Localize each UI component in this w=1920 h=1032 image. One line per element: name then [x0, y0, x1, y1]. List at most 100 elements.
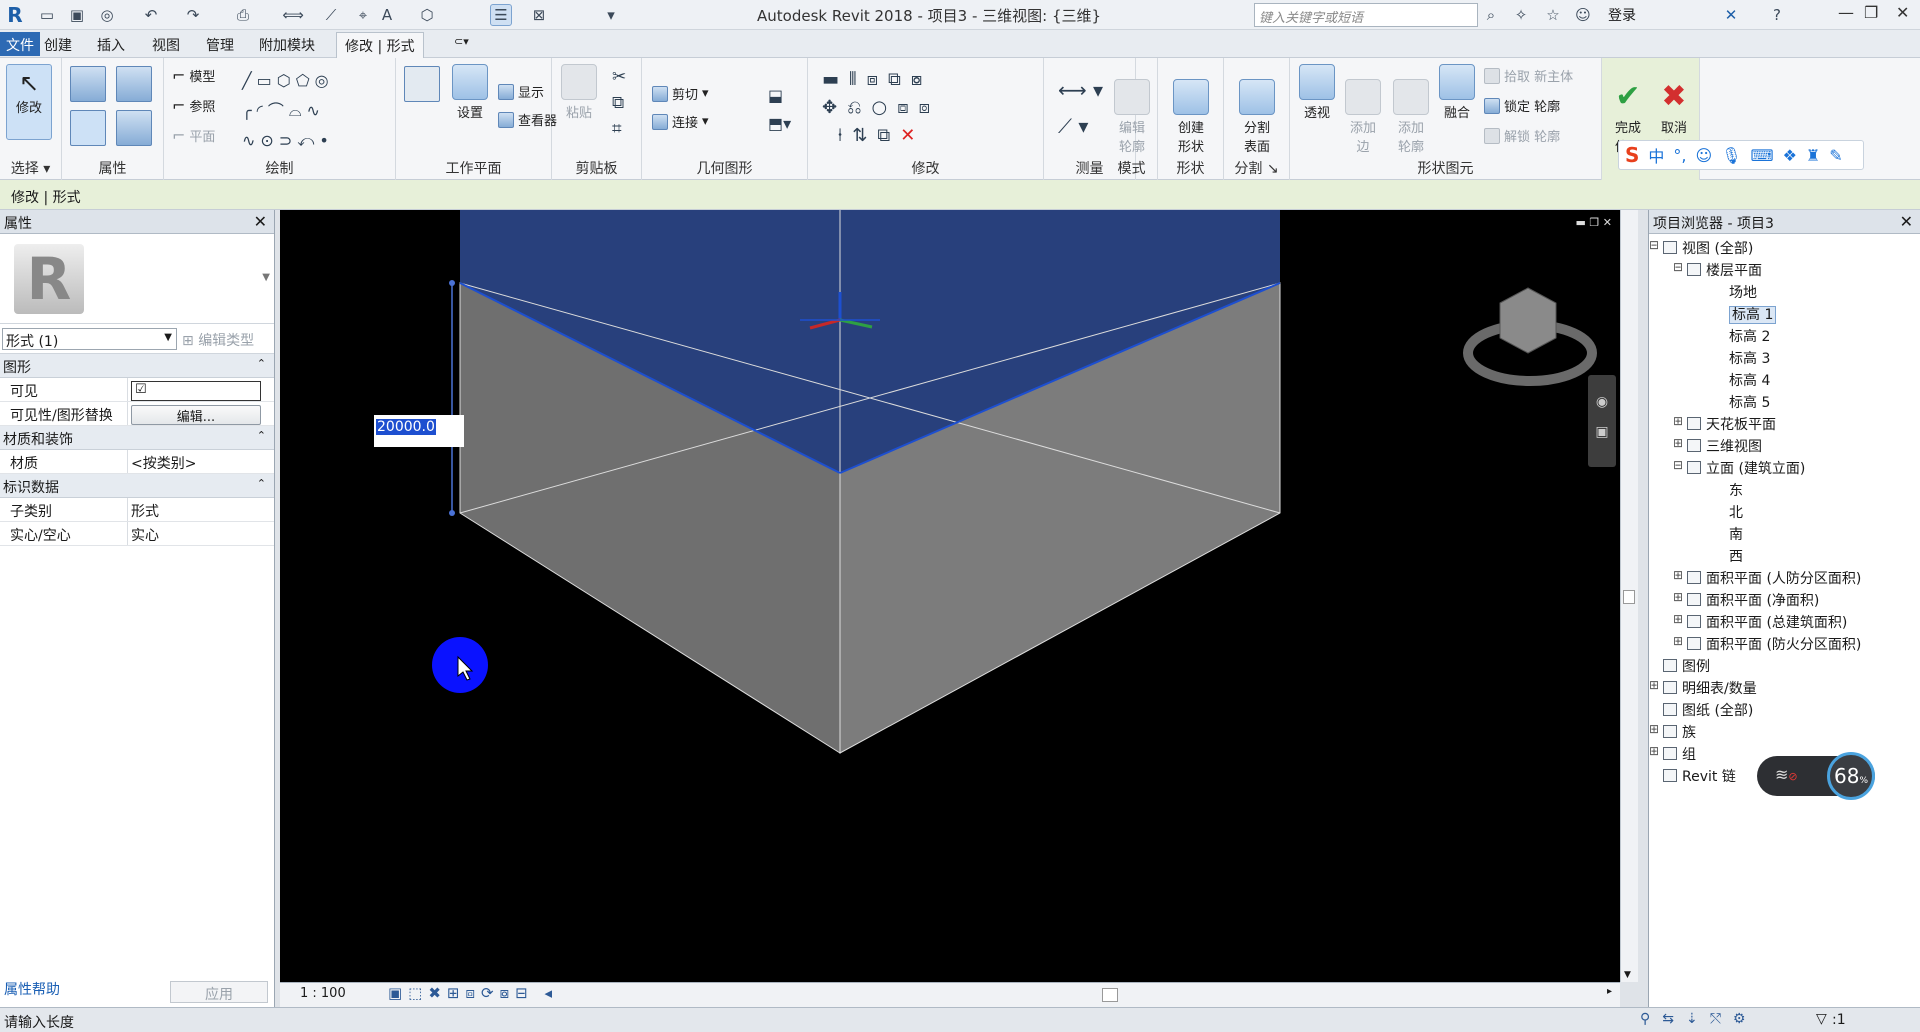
browser-item[interactable]: 场地: [1729, 282, 1757, 302]
browser-item[interactable]: ⊞ 面积平面 (防火分区面积): [1673, 634, 1861, 654]
subscription-icon[interactable]: ✧: [1510, 4, 1532, 26]
browser-item[interactable]: 标高 3: [1729, 348, 1770, 368]
browser-item[interactable]: ⊟ 楼层平面: [1673, 260, 1762, 280]
3d-view-icon[interactable]: ⬡: [416, 4, 438, 26]
add-profile-button[interactable]: 添加 轮廓: [1390, 64, 1432, 170]
expand-icon[interactable]: ⊞: [1673, 590, 1683, 604]
tab-manage[interactable]: 管理: [206, 35, 234, 55]
close-button[interactable]: ✕: [1896, 3, 1909, 22]
login-link[interactable]: 登录: [1608, 5, 1636, 25]
expand-icon[interactable]: ⊞: [1649, 744, 1659, 758]
favorites-icon[interactable]: ☆: [1542, 4, 1564, 26]
tab-create[interactable]: 创建: [44, 35, 72, 55]
modify-button[interactable]: ↖ 修改: [6, 64, 52, 140]
tag-icon[interactable]: ⌖: [352, 4, 374, 26]
browser-item[interactable]: ⊞ 族: [1649, 722, 1696, 742]
close-hidden-icon[interactable]: ⊠: [528, 4, 550, 26]
collapse-icon[interactable]: ⊟: [1673, 260, 1683, 274]
reference-line-button[interactable]: ⌐ 参照: [172, 96, 215, 115]
search-input[interactable]: 键入关键字或短语: [1254, 3, 1478, 27]
binoculars-icon[interactable]: ⌕: [1480, 4, 1502, 26]
ime-toolbar[interactable]: S 中 °, ☺ 🎙 ⌨ ❖ ♜ ✎: [1618, 140, 1864, 170]
xray-button[interactable]: 透视: [1296, 64, 1338, 121]
browser-item[interactable]: ⊞ 面积平面 (净面积): [1673, 590, 1819, 610]
apply-button[interactable]: 应用: [170, 981, 268, 1003]
viewport-window-controls[interactable]: ▬ ❐ ✕: [1576, 216, 1612, 229]
create-shape-button[interactable]: 创建 形状: [1168, 64, 1214, 170]
restore-button[interactable]: ❐: [1864, 3, 1878, 22]
select-dropdown[interactable]: 选择 ▾: [0, 158, 61, 178]
tab-file[interactable]: 文件: [0, 32, 40, 56]
expand-icon[interactable]: ⊞: [1673, 612, 1683, 626]
browser-item[interactable]: 东: [1729, 480, 1743, 500]
browser-item[interactable]: 南: [1729, 524, 1743, 544]
visible-checkbox[interactable]: ☑: [128, 378, 274, 401]
blend-button[interactable]: 融合: [1436, 64, 1478, 121]
browser-item[interactable]: ⊞ 组: [1649, 744, 1696, 764]
ime-settings-icon[interactable]: ✎: [1829, 146, 1842, 165]
reference-plane-button[interactable]: ⌐ 平面: [172, 126, 215, 145]
open-icon[interactable]: ▭: [36, 4, 58, 26]
text-icon[interactable]: A: [376, 4, 398, 26]
browser-item[interactable]: ⊞ 面积平面 (总建筑面积): [1673, 612, 1847, 632]
browser-item[interactable]: 北: [1729, 502, 1743, 522]
dimension-icon[interactable]: ⟋: [320, 4, 342, 26]
ime-punct-icon[interactable]: °,: [1673, 146, 1686, 165]
filter-icon[interactable]: ▽: [1816, 1011, 1827, 1027]
collapse-icon[interactable]: ⊟: [1673, 458, 1683, 472]
exchange-icon[interactable]: ✕: [1720, 4, 1742, 26]
lock-profile-button[interactable]: 锁定 轮廓: [1484, 96, 1560, 115]
browser-item[interactable]: 标高 5: [1729, 392, 1770, 412]
close-icon[interactable]: ✕: [254, 212, 267, 231]
revit-logo-icon[interactable]: R: [4, 3, 26, 27]
tab-modify-form[interactable]: 修改 | 形式: [336, 32, 424, 58]
draw-tools-icon[interactable]: ╱▭⬡⬠◎ ╭◜⌒⌓∿ ∿⊙⊃⤺•: [242, 66, 382, 156]
browser-item[interactable]: ⊞ 面积平面 (人防分区面积): [1673, 568, 1861, 588]
viewcube-icon[interactable]: [1463, 287, 1597, 386]
expand-icon[interactable]: ⊞: [1673, 414, 1683, 428]
expand-icon[interactable]: ⊞: [1649, 722, 1659, 736]
expand-icon[interactable]: ⊞: [1649, 678, 1659, 692]
ime-emoji-icon[interactable]: ☺: [1696, 146, 1713, 165]
chevron-down-icon[interactable]: ▼: [262, 272, 270, 283]
cut-copy-icon[interactable]: ✂ ⧉ ⌗: [612, 64, 626, 142]
browser-item[interactable]: 标高 1: [1729, 304, 1777, 324]
browser-item[interactable]: ⊞ 三维视图: [1673, 436, 1762, 456]
undo-icon[interactable]: ↶: [140, 4, 162, 26]
sync-icon[interactable]: ◎: [96, 4, 118, 26]
browser-item[interactable]: ⊞ 天花板平面: [1673, 414, 1776, 434]
view-control-icons[interactable]: ▣⬚✖⊞⧈⟳⧇⊟ ◂: [388, 984, 558, 1002]
browser-item[interactable]: ⊞ 明细表/数量: [1649, 678, 1757, 698]
properties-icon[interactable]: [70, 66, 106, 102]
set-workplane-button[interactable]: 设置: [450, 64, 490, 121]
navigation-bar[interactable]: ◉ ▣: [1588, 375, 1616, 467]
expand-icon[interactable]: ⊞: [1673, 436, 1683, 450]
properties-toggle-icon[interactable]: [70, 110, 106, 146]
expand-icon[interactable]: ⊞: [1673, 568, 1683, 582]
edit-profile-button[interactable]: 编辑 轮廓: [1110, 64, 1154, 170]
ribbon-minimize-toggle[interactable]: ⊂▾: [454, 35, 469, 48]
family-types-icon[interactable]: [116, 110, 152, 146]
cut-geometry-button[interactable]: 剪切 ▾: [652, 84, 709, 103]
material-value[interactable]: <按类别>: [128, 450, 274, 473]
browser-item[interactable]: ⊟ 视图 (全部): [1649, 238, 1753, 258]
scroll-right-icon[interactable]: ▸: [1607, 986, 1612, 997]
section-materials[interactable]: 材质和装饰 ⌃: [0, 426, 274, 450]
ime-voice-icon[interactable]: 🎙: [1721, 146, 1741, 165]
unlock-profile-button[interactable]: 解锁 轮廓: [1484, 126, 1560, 145]
browser-item[interactable]: 标高 2: [1729, 326, 1770, 346]
pick-new-host-button[interactable]: 拾取 新主体: [1484, 66, 1573, 85]
minimize-button[interactable]: —: [1838, 3, 1854, 22]
customize-icon[interactable]: ▾: [600, 4, 622, 26]
properties-help-link[interactable]: 属性帮助: [4, 979, 60, 999]
paste-button[interactable]: 粘贴: [556, 64, 602, 121]
network-widget[interactable]: ≋⊘ 68%: [1757, 752, 1875, 800]
tab-view[interactable]: 视图: [152, 35, 180, 55]
tab-insert[interactable]: 插入: [97, 35, 125, 55]
modify-tools-icon[interactable]: ▬⫴⧈⧉⧇ ✥⎌○⧈⧇ ⍿⇅⧉✕: [822, 66, 940, 150]
user-icon[interactable]: ☺: [1572, 4, 1594, 26]
measure-icon[interactable]: ⟺: [282, 4, 304, 26]
view-scale[interactable]: 1 : 100: [300, 986, 346, 1001]
help-icon[interactable]: ?: [1766, 4, 1788, 26]
browser-item[interactable]: 图纸 (全部): [1663, 700, 1753, 720]
